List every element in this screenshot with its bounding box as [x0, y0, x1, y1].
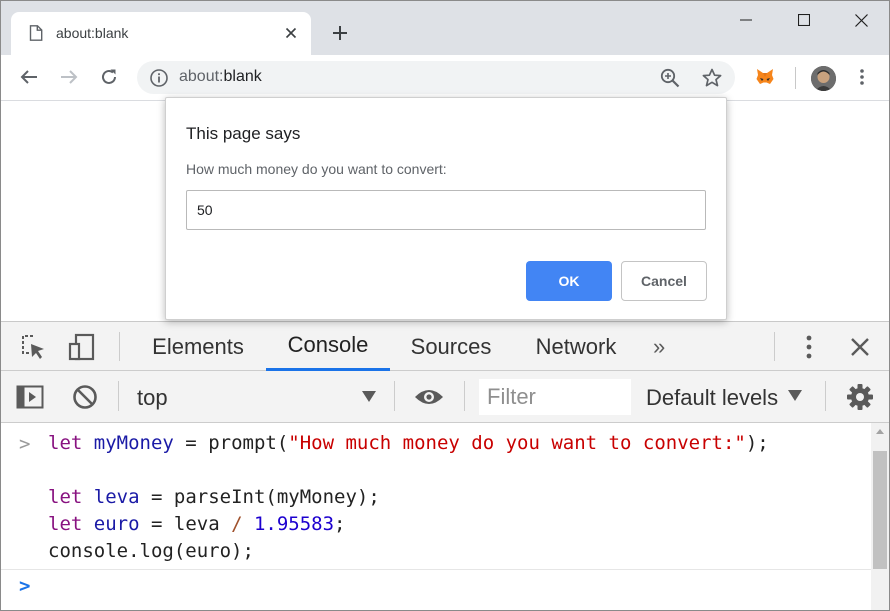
console-toolbar: top Default levels	[1, 371, 889, 423]
code-line-1: let myMoney = prompt("How much money do …	[48, 432, 769, 454]
page-icon	[29, 25, 43, 41]
devtools-menu-icon[interactable]	[793, 331, 825, 363]
more-tabs-icon[interactable]: »	[653, 334, 665, 360]
info-icon[interactable]	[149, 68, 169, 88]
filter-bar-divider-2	[394, 381, 395, 411]
console-prompt-icon[interactable]: >	[19, 575, 30, 597]
settings-gear-icon[interactable]	[844, 381, 876, 413]
back-arrow-icon[interactable]	[14, 62, 44, 92]
filter-bar-divider-3	[464, 381, 465, 411]
filter-bar-divider	[118, 381, 119, 411]
input-chevron-icon: >	[19, 433, 31, 455]
reload-icon[interactable]	[94, 62, 124, 92]
dialog-title: This page says	[186, 124, 301, 143]
forward-arrow-icon[interactable]	[54, 62, 84, 92]
dialog-input[interactable]	[186, 190, 706, 230]
tab-bar-divider	[119, 332, 120, 361]
new-tab-icon[interactable]	[327, 20, 353, 46]
tab-console[interactable]: Console	[266, 322, 390, 371]
minimize-icon[interactable]	[717, 1, 775, 39]
clear-console-icon[interactable]	[69, 381, 101, 413]
tab-sources[interactable]: Sources	[396, 322, 506, 371]
caret-down-icon	[362, 391, 376, 402]
tab-strip: about:blank	[1, 1, 889, 55]
address-bar[interactable]: about:blank	[137, 61, 735, 94]
filter-bar-divider-4	[825, 381, 826, 411]
sidebar-toggle-icon[interactable]	[14, 381, 46, 413]
levels-caret-down-icon	[788, 390, 802, 401]
console-scrollbar[interactable]	[871, 423, 889, 610]
tab-network[interactable]: Network	[518, 322, 634, 371]
profile-avatar[interactable]	[811, 66, 836, 91]
close-tab-icon[interactable]	[281, 23, 301, 43]
tab-about-blank[interactable]: about:blank	[11, 12, 311, 55]
star-icon[interactable]	[701, 67, 723, 89]
code-line-4: let euro = leva / 1.95583;	[48, 513, 346, 535]
scrollbar-thumb[interactable]	[873, 451, 887, 569]
maximize-icon[interactable]	[775, 1, 833, 39]
browser-toolbar: about:blank	[1, 55, 889, 101]
context-label: top	[137, 385, 168, 410]
devtools-panel: Elements Console Sources Network » top F…	[1, 321, 889, 610]
code-line-5: console.log(euro);	[48, 540, 254, 562]
browser-window: about:blank about:blank This page says H…	[0, 0, 890, 611]
metamask-fox-icon[interactable]	[750, 62, 780, 92]
close-devtools-icon[interactable]	[844, 331, 876, 363]
ok-button[interactable]: OK	[526, 261, 612, 301]
log-levels-dropdown[interactable]: Default levels	[646, 385, 778, 411]
cancel-button[interactable]: Cancel	[621, 261, 707, 301]
device-toolbar-icon[interactable]	[66, 331, 98, 363]
dialog-message: How much money do you want to convert:	[186, 161, 447, 177]
tab-elements[interactable]: Elements	[137, 322, 259, 371]
filter-input[interactable]	[479, 379, 631, 415]
live-expression-eye-icon[interactable]	[413, 381, 445, 413]
more-menu-icon[interactable]	[847, 62, 877, 92]
context-selector[interactable]: top	[129, 379, 387, 415]
tab-title: about:blank	[56, 25, 129, 41]
code-line-3: let leva = parseInt(myMoney);	[48, 486, 380, 508]
devtools-tab-bar: Elements Console Sources Network »	[1, 322, 889, 371]
console-output[interactable]: > let myMoney = prompt("How much money d…	[1, 423, 889, 610]
close-window-icon[interactable]	[832, 1, 889, 39]
prompt-dialog: This page says How much money do you wan…	[165, 97, 727, 320]
console-entry: > let myMoney = prompt("How much money d…	[1, 423, 871, 570]
url-text: about:blank	[179, 68, 262, 85]
inspect-element-icon[interactable]	[17, 331, 49, 363]
scroll-up-arrow-icon[interactable]	[876, 429, 884, 434]
zoom-icon[interactable]	[659, 67, 681, 89]
toolbar-divider	[795, 67, 796, 89]
tab-bar-divider-right	[774, 332, 775, 361]
